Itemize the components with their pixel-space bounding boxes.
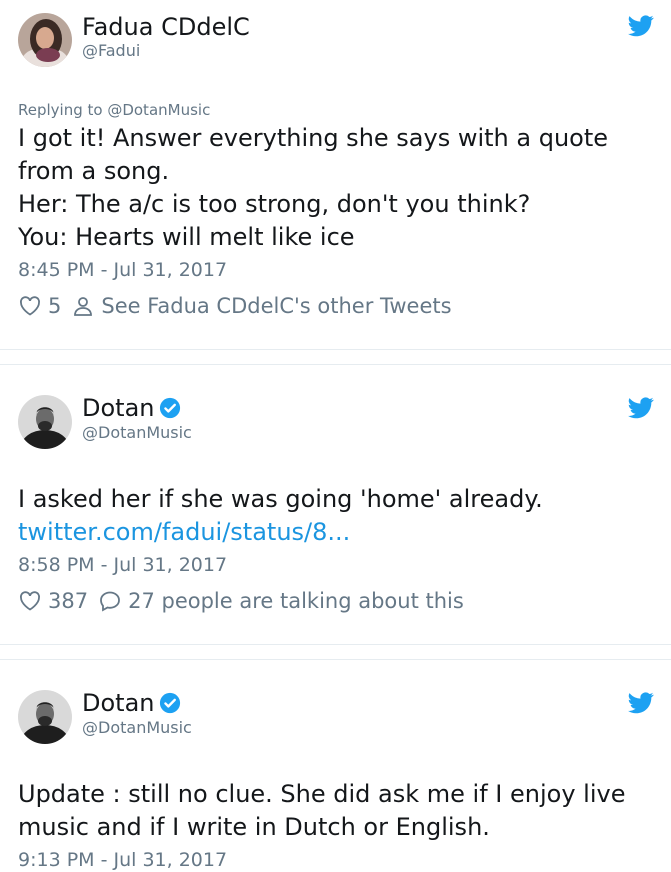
tweet-timestamp[interactable]: 8:45 PM - Jul 31, 2017 xyxy=(18,259,227,281)
tweet-3: Dotan @DotanMusic Update : still no clue… xyxy=(0,660,671,872)
twitter-bird-icon[interactable] xyxy=(628,397,654,419)
author-name-text[interactable]: Dotan xyxy=(82,689,155,717)
divider xyxy=(0,349,671,350)
speech-bubble-icon[interactable] xyxy=(98,589,122,613)
like-count[interactable]: 387 xyxy=(48,589,88,613)
avatar-photo xyxy=(18,13,72,67)
tweet-link[interactable]: twitter.com/fadui/status/8... xyxy=(18,516,658,549)
verified-badge-icon xyxy=(159,692,180,714)
twitter-bird-icon[interactable] xyxy=(628,692,654,714)
tweet-text: Update : still no clue. She did ask me i… xyxy=(18,780,626,841)
author-name[interactable]: Dotan xyxy=(82,689,181,717)
tweet-actions: 387 27 people are talking about this xyxy=(18,589,464,613)
avatar[interactable] xyxy=(18,13,72,67)
tweet-text: I asked her if she was going 'home' alre… xyxy=(18,485,543,513)
tweet-2: Dotan @DotanMusic I asked her if she was… xyxy=(0,365,671,645)
author-name[interactable]: Fadua CDdelC xyxy=(82,13,250,41)
avatar-photo xyxy=(18,395,72,449)
author-handle[interactable]: @DotanMusic xyxy=(82,718,192,737)
like-count[interactable]: 5 xyxy=(48,294,61,318)
tweet-timestamp[interactable]: 8:58 PM - Jul 31, 2017 xyxy=(18,554,227,576)
tweet-1: Fadua CDdelC @Fadui Replying to @DotanMu… xyxy=(0,0,671,350)
avatar[interactable] xyxy=(18,690,72,744)
person-icon xyxy=(74,297,93,316)
verified-badge-icon xyxy=(159,397,180,419)
author-name[interactable]: Dotan xyxy=(82,394,181,422)
replying-to[interactable]: Replying to @DotanMusic xyxy=(18,101,210,119)
author-handle[interactable]: @DotanMusic xyxy=(82,423,192,442)
author-handle[interactable]: @Fadui xyxy=(82,41,140,60)
avatar-photo xyxy=(18,690,72,744)
heart-icon[interactable] xyxy=(18,294,42,318)
tweet-actions: 5 See Fadua CDdelC's other Tweets xyxy=(18,294,452,318)
avatar[interactable] xyxy=(18,395,72,449)
conversation-link[interactable]: 27 people are talking about this xyxy=(128,589,464,613)
other-tweets-link[interactable]: See Fadua CDdelC's other Tweets xyxy=(101,294,451,318)
divider xyxy=(0,644,671,645)
twitter-bird-icon[interactable] xyxy=(628,15,654,37)
author-name-text[interactable]: Dotan xyxy=(82,394,155,422)
tweet-text: I got it! Answer everything she says wit… xyxy=(18,124,609,251)
heart-icon[interactable] xyxy=(18,589,42,613)
tweet-timestamp[interactable]: 9:13 PM - Jul 31, 2017 xyxy=(18,849,227,871)
